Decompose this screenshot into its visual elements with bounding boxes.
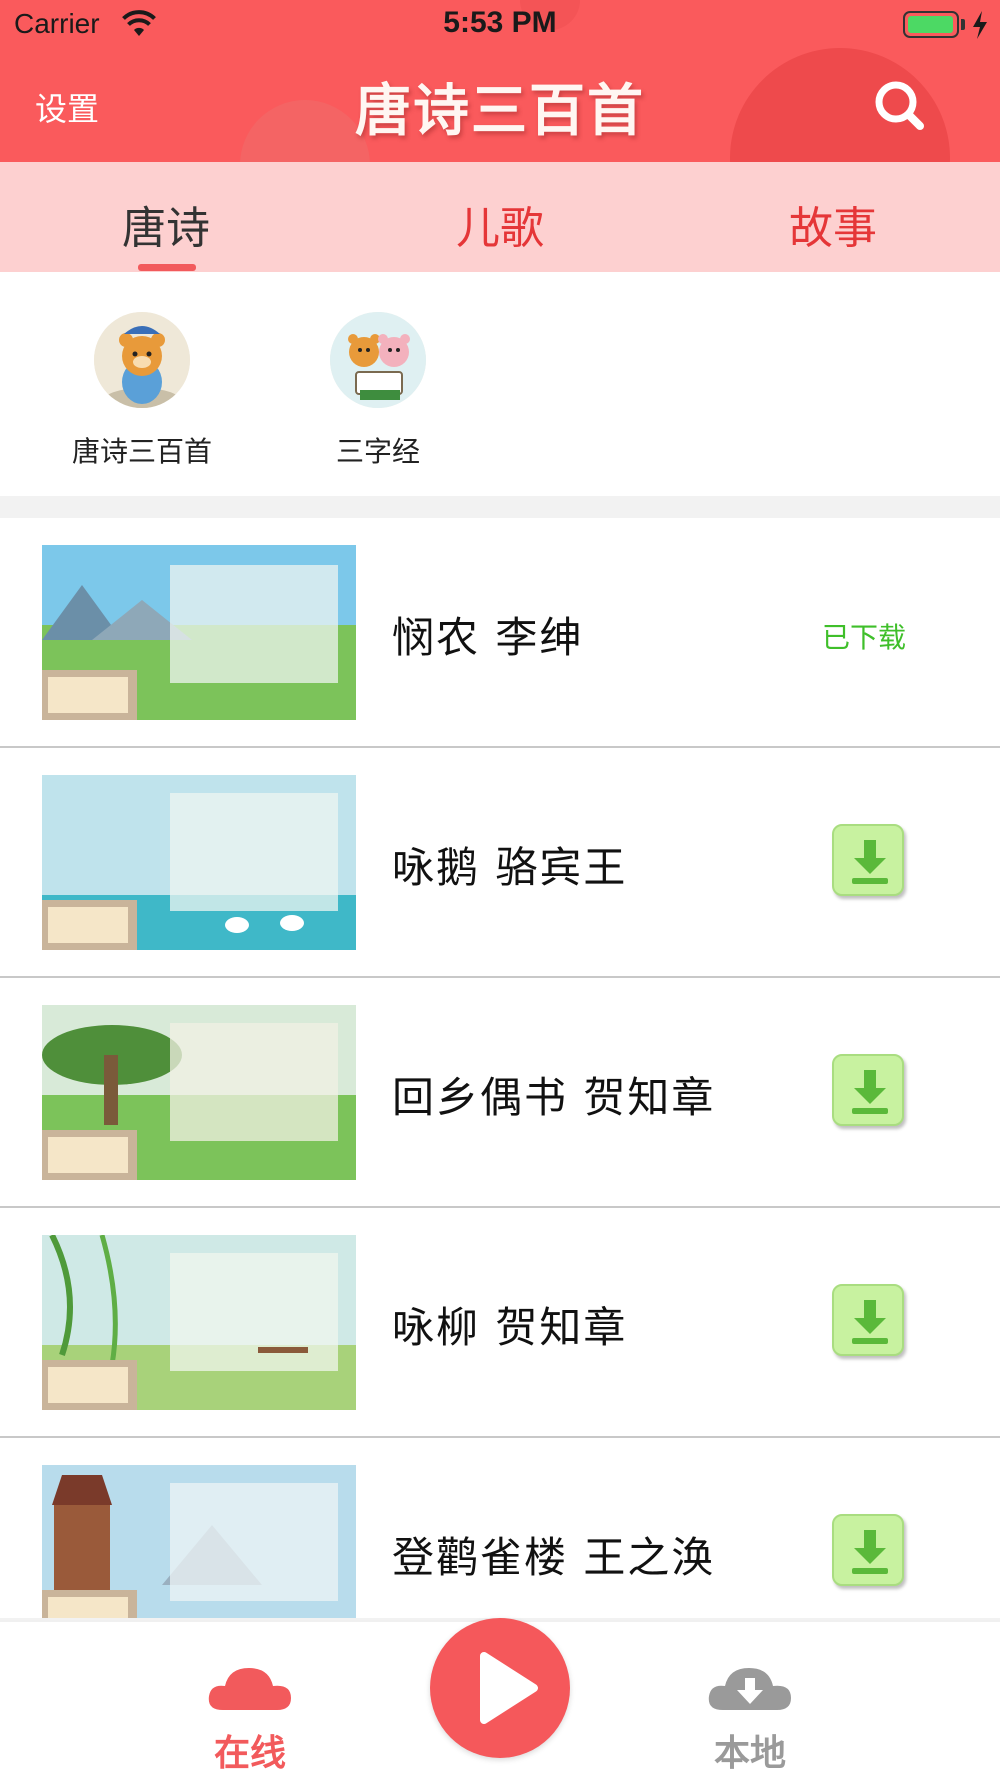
nav-online[interactable]: 在线	[170, 1660, 330, 1776]
nav-label: 本地	[713, 1733, 786, 1774]
bears-reading-avatar	[330, 312, 426, 408]
download-icon	[852, 1070, 888, 1114]
bear-scholar-avatar	[94, 312, 190, 408]
tab-tang-poems[interactable]: 唐诗	[66, 192, 266, 256]
poem-thumbnail	[42, 545, 356, 720]
play-button[interactable]	[430, 1618, 570, 1758]
collection-three-character-classic[interactable]: 三字经	[278, 312, 478, 470]
cloud-download-icon	[708, 1668, 791, 1710]
list-item[interactable]: 登鹳雀楼 王之涣	[0, 1438, 1000, 1620]
poem-list: 悯农 李绅 已下载 咏鹅 骆宾王 回乡偶书 贺知章 咏柳 贺知章 登鹳雀楼 王之…	[0, 518, 1000, 1620]
poem-title: 悯农 李绅	[392, 613, 584, 662]
download-button[interactable]	[832, 824, 904, 896]
tab-nursery-rhymes[interactable]: 儿歌	[400, 192, 600, 256]
download-button[interactable]	[832, 1284, 904, 1356]
poem-thumbnail	[42, 1465, 356, 1620]
list-item[interactable]: 悯农 李绅 已下载	[0, 518, 1000, 748]
status-bar: Carrier 5:53 PM	[0, 0, 1000, 50]
collection-tang-300[interactable]: 唐诗三百首	[42, 312, 242, 470]
poem-thumbnail	[42, 1005, 356, 1180]
tab-stories[interactable]: 故事	[733, 192, 933, 256]
list-item[interactable]: 咏柳 贺知章	[0, 1208, 1000, 1438]
nav-local[interactable]: 本地	[670, 1660, 830, 1776]
poem-thumbnail	[42, 775, 356, 950]
app-header: Carrier 5:53 PM 设置 唐诗三百首	[0, 0, 1000, 162]
poem-thumbnail	[42, 1235, 356, 1410]
collection-label: 三字经	[335, 435, 420, 468]
download-button[interactable]	[832, 1514, 904, 1586]
list-item[interactable]: 回乡偶书 贺知章	[0, 978, 1000, 1208]
download-icon	[852, 1300, 888, 1344]
battery-tip	[961, 19, 965, 30]
category-tabs: 唐诗 儿歌 故事	[0, 162, 1000, 272]
poem-title: 咏鹅 骆宾王	[392, 843, 628, 892]
status-time: 5:53 PM	[443, 6, 557, 39]
charging-bolt-icon	[973, 11, 987, 39]
section-divider	[0, 496, 1000, 518]
collection-label: 唐诗三百首	[71, 435, 212, 468]
page-title: 唐诗三百首	[355, 79, 645, 144]
downloaded-status: 已下载	[822, 621, 907, 654]
active-tab-indicator	[138, 264, 196, 271]
poem-title: 登鹳雀楼 王之涣	[392, 1533, 716, 1582]
cloud-icon	[208, 1668, 291, 1710]
collection-row: 唐诗三百首 三字经	[0, 272, 1000, 496]
download-button[interactable]	[832, 1054, 904, 1126]
battery-icon	[903, 11, 959, 38]
download-icon	[852, 1530, 888, 1574]
list-item[interactable]: 咏鹅 骆宾王	[0, 748, 1000, 978]
poem-title: 回乡偶书 贺知章	[392, 1073, 716, 1122]
nav-label: 在线	[213, 1733, 286, 1774]
play-icon	[480, 1652, 538, 1724]
poem-title: 咏柳 贺知章	[392, 1303, 628, 1352]
download-icon	[852, 840, 888, 884]
search-icon[interactable]	[872, 78, 928, 134]
